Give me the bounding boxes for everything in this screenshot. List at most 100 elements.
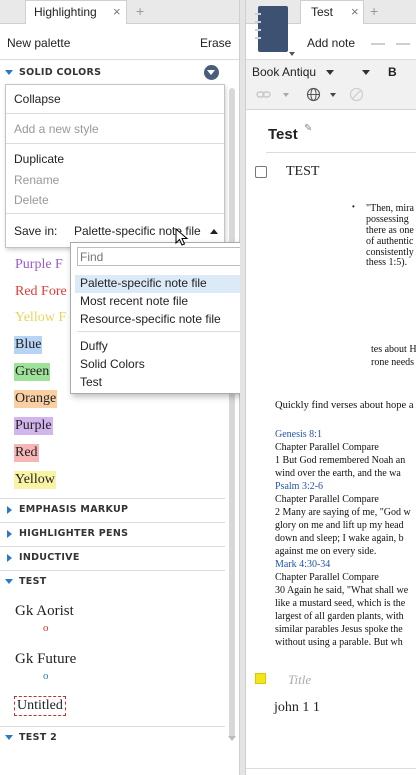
globe-icon[interactable] [306, 87, 321, 102]
chevron-down-icon[interactable] [326, 70, 334, 75]
option-test[interactable]: Test [80, 375, 102, 389]
section-divider [0, 546, 225, 547]
notebook-ring [255, 21, 261, 23]
close-tab-icon[interactable]: × [351, 1, 359, 23]
verse-reference[interactable]: Genesis 8:1 [275, 429, 322, 440]
edit-pencil-icon[interactable]: ✎ [304, 123, 312, 134]
option-palette-specific[interactable]: Palette-specific note file [80, 276, 207, 290]
close-tab-icon[interactable]: × [113, 1, 121, 23]
style-gk-future[interactable]: Gk Future [14, 650, 77, 668]
section-header-test[interactable]: TEST [19, 576, 47, 587]
section-header-test-2[interactable]: TEST 2 [19, 732, 57, 743]
verse-text: similar parables Jesus spoke the [275, 624, 403, 635]
note-title[interactable]: TEST [286, 164, 319, 180]
menu-item-delete: Delete [14, 193, 49, 207]
style-red-foreground[interactable]: Red Fore [14, 283, 68, 301]
note-title-input[interactable]: Title [288, 672, 311, 688]
style-purple-foreground[interactable]: Purple F [14, 256, 64, 274]
verse-text: 1 But God remembered Noah an [275, 455, 406, 466]
note-color-swatch[interactable] [255, 673, 266, 684]
palette-context-menu: Collapse Add a new style Duplicate Renam… [5, 84, 225, 248]
verse-text: against me on every side. [275, 546, 377, 557]
style-orange[interactable]: Orange [14, 390, 58, 408]
style-gk-aorist[interactable]: Gk Aorist [14, 602, 75, 620]
collapsed-icon[interactable] [7, 530, 12, 538]
passage-links[interactable]: Chapter Parallel Compare [275, 442, 379, 453]
title-divider [266, 152, 416, 153]
quote-line: possessing [366, 214, 409, 225]
quote-line: there as one [366, 225, 414, 236]
verse-reference[interactable]: Psalm 3:2-6 [275, 481, 323, 492]
tab-test[interactable]: Test × [300, 0, 364, 24]
style-green[interactable]: Green [14, 363, 51, 381]
document-title[interactable]: Test [268, 126, 298, 143]
menu-item-collapse[interactable]: Collapse [14, 92, 61, 106]
section-header-solid-colors[interactable]: SOLID COLORS [19, 67, 101, 78]
style-blue[interactable]: Blue [14, 336, 43, 354]
new-tab-icon[interactable]: + [136, 3, 144, 19]
expanded-icon[interactable] [5, 735, 13, 740]
note-body[interactable]: john 1 1 [274, 700, 320, 716]
option-most-recent[interactable]: Most recent note file [80, 294, 188, 308]
scroll-down-icon[interactable] [228, 736, 236, 741]
expanded-icon[interactable] [5, 579, 13, 584]
style-purple[interactable]: Purple [14, 417, 53, 435]
chevron-down-icon[interactable] [362, 70, 370, 75]
save-in-label: Save in: [14, 224, 58, 238]
toolbar-divider [0, 59, 239, 60]
note-text-line: rone needs [371, 357, 415, 368]
expanded-icon[interactable] [5, 70, 13, 75]
palette-menu-button[interactable] [204, 65, 219, 80]
style-untitled[interactable]: Untitled [14, 696, 66, 716]
bold-button[interactable]: B [388, 65, 397, 79]
quote-line: of authentic [366, 236, 414, 247]
section-header-emphasis-markup[interactable]: EMPHASIS MARKUP [19, 504, 128, 515]
add-note-button[interactable]: Add note [307, 36, 355, 50]
note-checkbox[interactable] [255, 166, 267, 178]
menu-item-duplicate[interactable]: Duplicate [14, 152, 64, 166]
collapsed-icon[interactable] [7, 554, 12, 562]
chevron-down-icon[interactable] [283, 93, 289, 97]
section-header-inductive[interactable]: INDUCTIVE [19, 552, 80, 563]
font-select[interactable]: Book Antiqu [252, 65, 316, 79]
verse-text: without using a parable. But wh [275, 637, 403, 648]
erase-button[interactable]: Erase [200, 36, 231, 50]
menu-divider [6, 113, 224, 114]
chevron-up-icon [210, 229, 218, 234]
verse-text: glory on me and lift up my head [275, 520, 404, 531]
save-in-select[interactable]: Palette-specific note file [74, 222, 220, 240]
style-red[interactable]: Red [14, 444, 39, 462]
section-header-highlighter-pens[interactable]: HIGHLIGHTER PENS [19, 528, 128, 539]
aorist-marker: o [43, 622, 49, 634]
no-entry-icon [349, 87, 364, 102]
notebook-icon[interactable] [255, 6, 288, 52]
passage-links[interactable]: Chapter Parallel Compare [275, 572, 379, 583]
link-icon[interactable] [256, 88, 272, 102]
highlighting-panel: Highlighting × + New palette Erase SOLID… [0, 0, 369, 775]
quick-find-line: Quickly find verses about hope a [275, 400, 414, 411]
scrollbar[interactable] [228, 60, 236, 750]
style-yellow-foreground[interactable]: Yellow F [14, 309, 67, 327]
new-tab-icon[interactable]: + [370, 3, 378, 19]
notebook-ring [255, 37, 261, 39]
note-text-line: tes about H [371, 344, 416, 355]
collapsed-icon[interactable] [7, 506, 12, 514]
indent-icon [371, 43, 385, 45]
menu-item-rename: Rename [14, 173, 60, 187]
style-yellow[interactable]: Yellow [14, 471, 56, 489]
add-style-input[interactable]: Add a new style [14, 122, 99, 136]
option-resource-specific[interactable]: Resource-specific note file [80, 312, 221, 326]
verse-reference[interactable]: Mark 4:30-34 [275, 559, 330, 570]
quote-line: "Then, mira [366, 203, 414, 214]
notebook-ring [255, 29, 261, 31]
tab-test-label: Test [311, 5, 334, 19]
tab-highlighting[interactable]: Highlighting × [25, 0, 127, 24]
option-solid-colors[interactable]: Solid Colors [80, 357, 145, 371]
chevron-down-icon[interactable] [330, 93, 336, 97]
new-palette-button[interactable]: New palette [7, 36, 70, 50]
chevron-down-icon[interactable] [289, 52, 295, 56]
menu-divider [6, 213, 224, 214]
option-duffy[interactable]: Duffy [80, 339, 108, 353]
passage-links[interactable]: Chapter Parallel Compare [275, 494, 379, 505]
scrollbar-thumb[interactable] [229, 88, 235, 738]
